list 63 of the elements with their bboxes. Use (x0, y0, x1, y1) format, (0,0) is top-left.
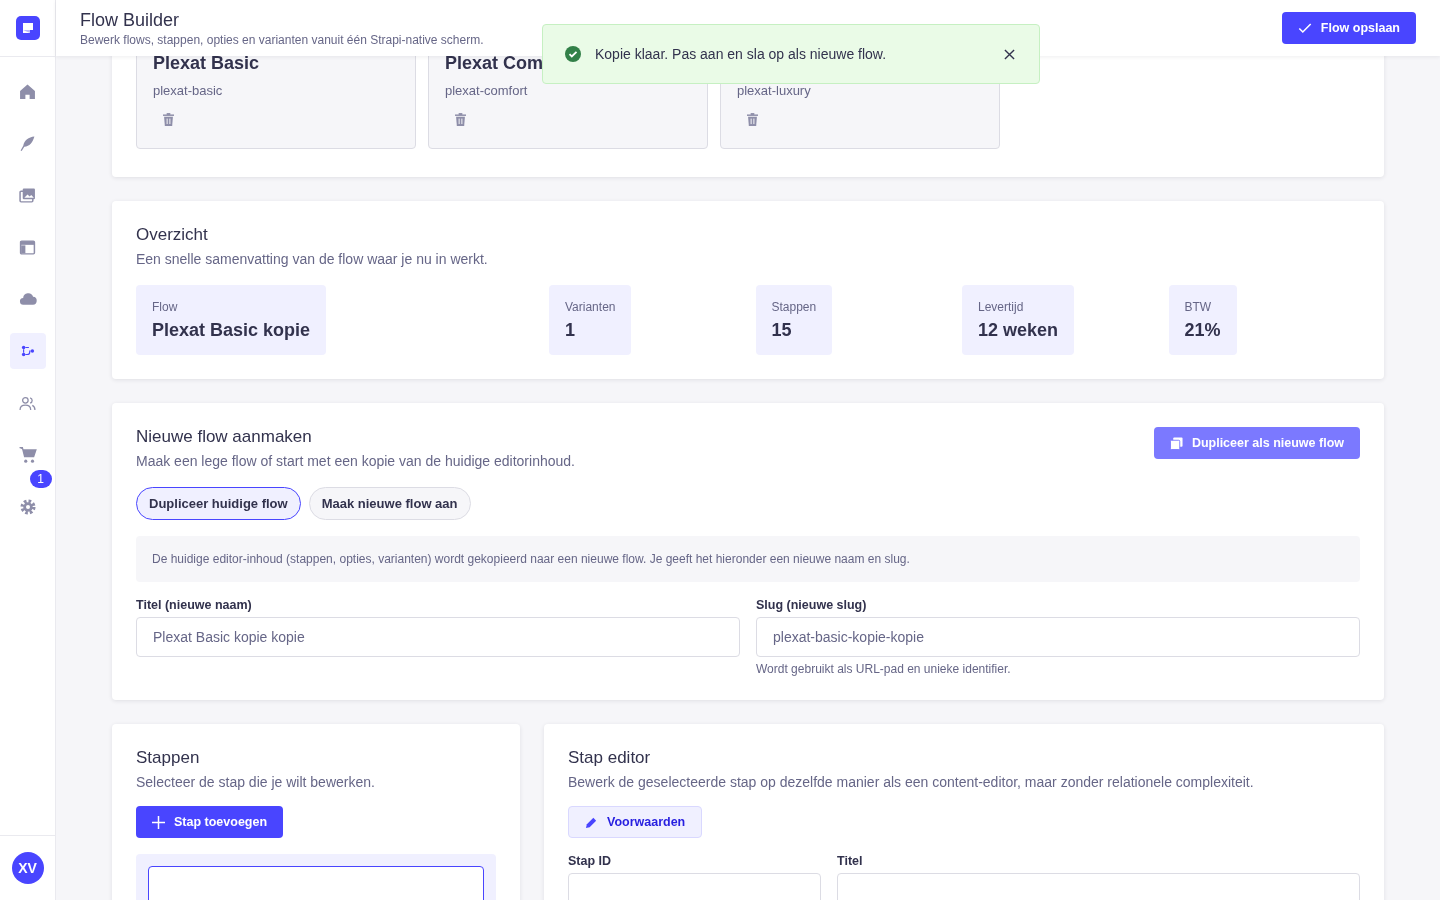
duplicate-button[interactable]: Dupliceer als nieuwe flow (1153, 427, 1360, 459)
section-subtitle: Een snelle samenvatting van de flow waar je nu in werkt. (136, 251, 489, 267)
stat-value: 12 weken (978, 320, 1059, 341)
field-label: Titel (nieuwe naam) (136, 598, 253, 612)
page-title: Flow Builder (80, 9, 181, 31)
section-title: Nieuwe flow aanmaken (136, 427, 313, 447)
stat-value: 15 (771, 320, 793, 341)
page-subtitle: Bewerk flows, stappen, opties en varianten vanuit één Strapi-native scherm. (80, 32, 484, 47)
input-field[interactable]: plexat-basic-kopie-kopie (756, 617, 1360, 657)
users-icon (19, 394, 36, 412)
section-subtitle: Bewerk de geselecteerde stap op dezelfde manier als een content-editor, maar zonder relationele complexiteit. (568, 774, 1255, 790)
cloud-icon (18, 290, 37, 308)
notification-badge: 1 (29, 470, 52, 488)
mode-tab[interactable]: Dupliceer huidige flow (136, 487, 301, 520)
stat-label: Stappen (771, 300, 817, 314)
success-icon (565, 46, 581, 62)
field-label: Stap ID (568, 854, 613, 868)
nav-item[interactable] (9, 333, 46, 369)
flow-name: Plexat Com (445, 56, 545, 75)
logo-icon[interactable] (15, 16, 40, 40)
section-title: Overzicht (136, 225, 209, 245)
stat-value: 1 (565, 320, 576, 341)
copy-icon (1169, 436, 1183, 450)
flow-icon (20, 344, 35, 358)
flow-slug: plexat-comfort (445, 83, 529, 98)
field-hint: Wordt gebruikt als URL-pad en unieke identifier. (756, 662, 1012, 676)
layout-icon (19, 238, 36, 256)
section-title: Stap editor (568, 748, 652, 768)
images-icon (19, 186, 36, 204)
add-step-button[interactable]: Stap toevoegen (136, 806, 284, 838)
input-field[interactable]: Plexat Basic kopie kopie (136, 617, 740, 657)
cart-icon (18, 446, 37, 464)
delete-icon[interactable] (747, 113, 758, 126)
settings-icon (18, 498, 37, 516)
flow-card[interactable]: Plexat Basic plexat-basic (136, 56, 416, 149)
info-text: De huidige editor-inhoud (stappen, opties, varianten) wordt gekopieerd naar een nieuwe flow. Je geeft het hieronder een nieuwe naam en slug. (136, 536, 1360, 582)
save-button[interactable]: Flow opslaan (1281, 12, 1416, 44)
flow-slug: plexat-luxury (737, 83, 812, 98)
home-icon (19, 82, 36, 100)
flow-name: Plexat Basic (153, 56, 261, 75)
delete-icon[interactable] (163, 113, 174, 126)
pencil-icon (585, 815, 598, 829)
stat-value: 21% (1184, 320, 1221, 341)
stat-label: BTW (1184, 300, 1213, 314)
delete-icon[interactable] (455, 113, 466, 126)
conditions-button[interactable]: Voorwaarden (568, 806, 703, 838)
stat-label: Flow (152, 300, 179, 314)
step-item[interactable] (148, 866, 484, 900)
flow-slug: plexat-basic (153, 83, 224, 98)
mode-tab[interactable]: Maak nieuwe flow aan (308, 487, 471, 520)
stat-value: Plexat Basic kopie (152, 320, 311, 341)
stat-label: Varianten (565, 300, 616, 314)
check-icon (1297, 21, 1312, 35)
section-subtitle: Selecteer de stap die je wilt bewerken. (136, 774, 376, 790)
user-avatar[interactable]: XV (11, 852, 44, 884)
section-title: Stappen (136, 748, 201, 768)
close-icon[interactable] (1004, 48, 1015, 60)
feather-icon (19, 134, 36, 152)
stat-label: Levertijd (978, 300, 1025, 314)
field-label: Titel (837, 854, 864, 868)
plus-icon (152, 815, 165, 829)
field-label: Slug (nieuwe slug) (756, 598, 868, 612)
section-subtitle: Maak een lege flow of start met een kopie van de huidige editorinhoud. (136, 453, 575, 469)
